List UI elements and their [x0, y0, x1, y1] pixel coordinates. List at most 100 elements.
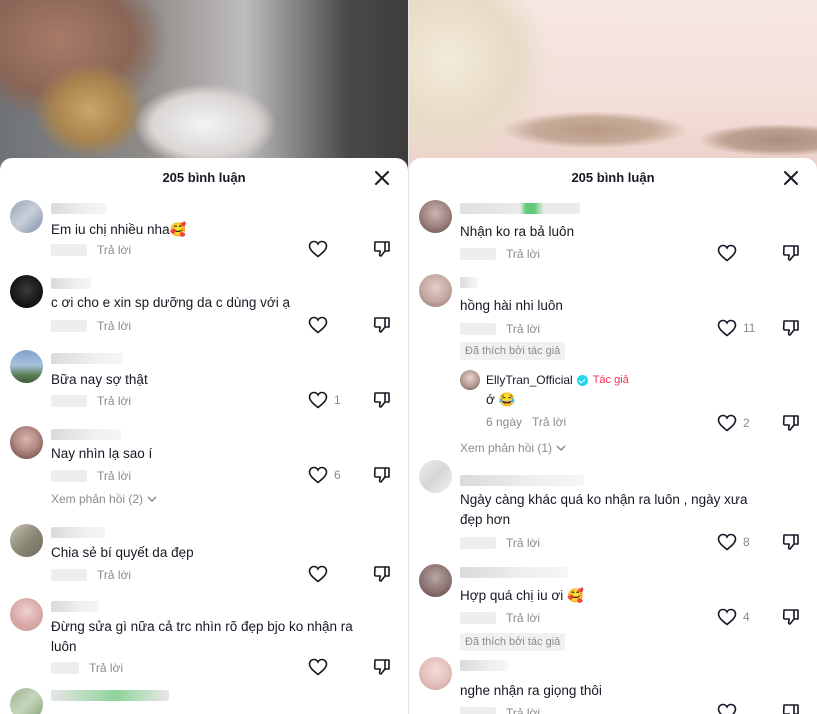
dislike-button[interactable]: [372, 657, 392, 677]
author-avatar[interactable]: [460, 370, 480, 390]
reply-button[interactable]: Trả lời: [506, 536, 540, 550]
username-blurred[interactable]: [460, 475, 584, 486]
comment-text: Bữa nay sợ thật: [51, 372, 148, 387]
heart-icon: [717, 703, 737, 714]
avatar[interactable]: [10, 426, 43, 459]
comment-meta: Trả lời: [51, 393, 131, 409]
comment-text: hồng hài nhi luôn: [460, 298, 563, 313]
avatar[interactable]: [10, 275, 43, 308]
close-button[interactable]: [372, 168, 392, 188]
like-button[interactable]: 11: [717, 317, 757, 339]
like-button[interactable]: [717, 701, 757, 714]
dislike-icon: [782, 704, 799, 714]
reply-button[interactable]: Trả lời: [97, 469, 131, 483]
reply-button[interactable]: Trả lời: [97, 319, 131, 333]
username-blurred[interactable]: [460, 277, 478, 288]
like-button[interactable]: 4: [717, 606, 757, 628]
reply-button[interactable]: Trả lời: [89, 661, 123, 675]
comments-sheet-left: 205 bình luận Em iu chị nhiều nha🥰 Trả l…: [0, 158, 408, 714]
like-count: 1: [334, 393, 341, 407]
username-blurred[interactable]: [51, 527, 105, 538]
username-blurred[interactable]: [51, 278, 91, 289]
like-button[interactable]: [308, 563, 348, 585]
like-button[interactable]: [717, 242, 757, 264]
date-blurred: [51, 320, 87, 332]
author-username: EllyTran_Official: [486, 373, 573, 387]
like-button[interactable]: 6: [308, 464, 348, 486]
username-blurred[interactable]: [460, 660, 508, 671]
username-blurred[interactable]: [460, 567, 568, 578]
reply-button[interactable]: Trả lời: [506, 322, 540, 336]
username-blurred[interactable]: [51, 690, 169, 701]
avatar[interactable]: [419, 274, 452, 307]
dislike-button[interactable]: [372, 390, 392, 410]
heart-icon: [717, 533, 737, 551]
avatar[interactable]: [10, 200, 43, 233]
view-replies-label: Xem phản hồi (2): [51, 492, 144, 506]
author-name[interactable]: EllyTran_Official Tác giả: [486, 373, 629, 387]
dislike-icon: [782, 320, 799, 336]
date-blurred: [51, 470, 87, 482]
chevron-down-icon: [147, 496, 157, 503]
like-button[interactable]: 1: [308, 389, 348, 411]
comment-meta: Trả lời: [460, 610, 540, 626]
avatar[interactable]: [419, 657, 452, 690]
avatar[interactable]: [10, 524, 43, 557]
dislike-button[interactable]: [372, 465, 392, 485]
avatar[interactable]: [419, 200, 452, 233]
username-blurred[interactable]: [51, 203, 107, 214]
avatar[interactable]: [419, 460, 452, 493]
close-button[interactable]: [781, 168, 801, 188]
like-count: 8: [743, 535, 750, 549]
reply-button[interactable]: Trả lời: [506, 247, 540, 261]
reply-button[interactable]: Trả lời: [506, 611, 540, 625]
reply-button[interactable]: Trả lời: [532, 415, 566, 429]
dislike-button[interactable]: [781, 607, 801, 627]
like-button[interactable]: 2: [717, 412, 757, 434]
username-blurred[interactable]: [51, 429, 121, 440]
like-button[interactable]: [308, 656, 348, 678]
dislike-button[interactable]: [781, 243, 801, 263]
reply-button[interactable]: Trả lời: [97, 568, 131, 582]
avatar[interactable]: [10, 688, 43, 714]
liked-by-author-badge: Đã thích bởi tác giả: [460, 342, 566, 360]
dislike-button[interactable]: [781, 532, 801, 552]
like-button[interactable]: 8: [717, 531, 757, 553]
heart-icon: [308, 240, 328, 258]
reply-button[interactable]: Trả lời: [97, 394, 131, 408]
view-replies-button[interactable]: Xem phản hồi (2): [51, 492, 157, 506]
like-button[interactable]: [308, 238, 348, 260]
dislike-icon: [373, 392, 390, 408]
comment-meta: Trả lời: [51, 318, 131, 334]
dislike-button[interactable]: [781, 318, 801, 338]
dislike-icon: [373, 241, 390, 257]
reply-button[interactable]: Trả lời: [506, 706, 540, 714]
dislike-button[interactable]: [372, 239, 392, 259]
reply-button[interactable]: Trả lời: [97, 243, 131, 257]
view-replies-button[interactable]: Xem phản hồi (1): [460, 441, 566, 455]
date-blurred: [460, 323, 496, 335]
comment-text: nghe nhận ra giọng thôi: [460, 683, 602, 698]
close-icon: [784, 171, 798, 185]
username-blurred[interactable]: [51, 353, 123, 364]
dislike-button[interactable]: [781, 413, 801, 433]
dislike-button[interactable]: [372, 315, 392, 335]
comment-text: Nhận ko ra bả luôn: [460, 224, 575, 239]
avatar[interactable]: [419, 564, 452, 597]
date-blurred: [460, 612, 496, 624]
comment-text: Nay nhìn lạ sao í: [51, 446, 153, 461]
comment-text: Đừng sửa gì nữa cả trc nhìn rõ đẹp bjo k…: [51, 619, 353, 654]
comments-sheet-right: 205 bình luận Nhận ko ra bả luôn Trả lời…: [409, 158, 817, 714]
dislike-icon: [373, 659, 390, 675]
date-blurred: [460, 537, 496, 549]
author-tag: Tác giả: [592, 374, 629, 386]
dislike-button[interactable]: [781, 702, 801, 714]
username-blurred[interactable]: [51, 601, 99, 612]
avatar[interactable]: [10, 350, 43, 383]
dislike-button[interactable]: [372, 564, 392, 584]
comment-meta: Trả lời: [460, 535, 540, 551]
dislike-icon: [782, 609, 799, 625]
avatar[interactable]: [10, 598, 43, 631]
like-button[interactable]: [308, 314, 348, 336]
username-blurred[interactable]: [460, 203, 580, 214]
